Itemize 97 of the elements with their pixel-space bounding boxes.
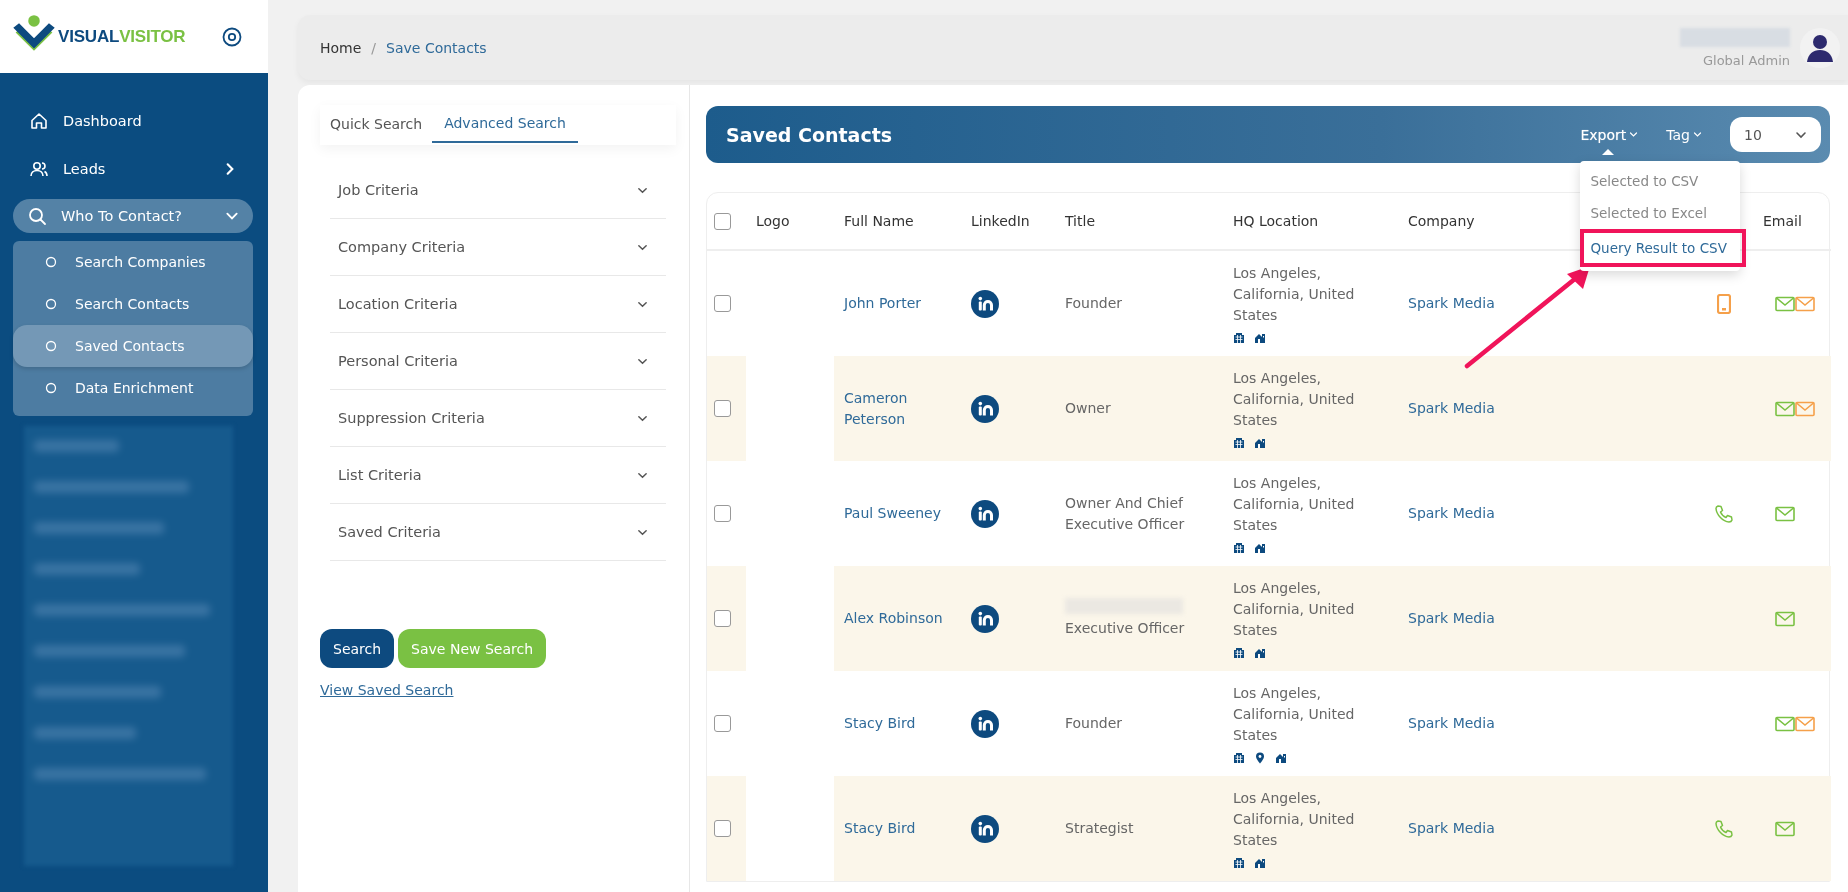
building-icon[interactable] xyxy=(1233,542,1245,554)
linkedin-icon[interactable] xyxy=(971,499,999,528)
bullet-icon xyxy=(45,340,57,352)
company-link[interactable]: Spark Media xyxy=(1408,818,1495,839)
linkedin-icon[interactable] xyxy=(971,289,999,318)
company-link[interactable]: Spark Media xyxy=(1408,293,1495,314)
breadcrumb-link[interactable]: Home xyxy=(320,39,362,56)
column-header: Email xyxy=(1753,193,1831,251)
location-pin-icon[interactable] xyxy=(1254,752,1266,764)
house-icon[interactable] xyxy=(1254,437,1266,449)
checkbox[interactable] xyxy=(714,400,731,417)
checkbox[interactable] xyxy=(714,505,731,522)
nav-item[interactable]: Who To Contact? xyxy=(13,199,253,233)
search-tab[interactable]: Advanced Search xyxy=(432,105,578,143)
hq-location: Los Angeles, California, United States xyxy=(1233,579,1356,640)
building-icon[interactable] xyxy=(1233,752,1245,764)
criteria-row[interactable]: List Criteria xyxy=(330,447,666,504)
contact-name-link[interactable]: Stacy Bird xyxy=(844,713,916,734)
house-icon[interactable] xyxy=(1254,332,1266,344)
nav-item[interactable]: Leads xyxy=(13,145,253,193)
checkbox[interactable] xyxy=(714,820,731,837)
view-saved-search-link[interactable]: View Saved Search xyxy=(320,682,454,698)
people-icon xyxy=(29,159,49,179)
checkbox[interactable] xyxy=(714,715,731,732)
criteria-row[interactable]: Saved Criteria xyxy=(330,504,666,561)
nav-item[interactable]: Dashboard xyxy=(13,97,253,145)
house-icon[interactable] xyxy=(1254,647,1266,659)
logo-text: VISITOR xyxy=(119,26,186,47)
column-header: LinkedIn xyxy=(961,193,1055,251)
hq-location: Los Angeles, California, United States xyxy=(1233,474,1356,535)
criteria-row[interactable]: Job Criteria xyxy=(330,162,666,219)
search-icon xyxy=(27,206,47,226)
checkbox[interactable] xyxy=(714,212,731,230)
building-icon[interactable] xyxy=(1233,647,1245,659)
linkedin-icon[interactable] xyxy=(971,394,999,423)
job-title: Owner And Chief Executive Officer xyxy=(1065,493,1186,534)
caret-icon xyxy=(1629,130,1639,139)
house-icon[interactable] xyxy=(1275,752,1287,764)
hq-location: Los Angeles, California, United States xyxy=(1233,264,1356,325)
criteria-row[interactable]: Suppression Criteria xyxy=(330,390,666,447)
search-button[interactable]: Search xyxy=(320,629,395,668)
home-icon xyxy=(29,111,49,131)
job-title: Founder xyxy=(1065,714,1123,733)
criteria-row[interactable]: Company Criteria xyxy=(330,219,666,276)
checkbox[interactable] xyxy=(714,295,731,312)
bullet-icon xyxy=(45,298,57,310)
house-icon[interactable] xyxy=(1254,857,1266,869)
submenu-item[interactable]: Search Contacts xyxy=(13,283,253,325)
job-title: Executive Officer xyxy=(1065,619,1185,638)
company-link[interactable]: Spark Media xyxy=(1408,713,1495,734)
column-header: Full Name xyxy=(834,193,961,251)
building-icon[interactable] xyxy=(1233,437,1245,449)
contact-name-link[interactable]: Alex Robinson xyxy=(844,608,943,629)
company-link[interactable]: Spark Media xyxy=(1408,398,1495,419)
submenu-item[interactable]: Saved Contacts xyxy=(13,325,253,367)
linkedin-icon[interactable] xyxy=(971,709,999,738)
hq-location: Los Angeles, California, United States xyxy=(1233,369,1356,430)
hq-location: Los Angeles, California, United States xyxy=(1233,789,1356,850)
company-link[interactable]: Spark Media xyxy=(1408,503,1495,524)
search-tab[interactable]: Quick Search xyxy=(328,105,433,145)
criteria-row[interactable]: Personal Criteria xyxy=(330,333,666,390)
job-title: Strategist xyxy=(1065,819,1134,838)
building-icon[interactable] xyxy=(1233,332,1245,344)
hq-location: Los Angeles, California, United States xyxy=(1233,684,1356,745)
job-title: Owner xyxy=(1065,399,1111,418)
building-icon[interactable] xyxy=(1233,857,1245,869)
menu-item[interactable]: Selected to CSV xyxy=(1580,164,1741,197)
bullet-icon xyxy=(45,382,57,394)
menu-item[interactable]: Query Result to CSV xyxy=(1580,228,1747,267)
contact-name-link[interactable]: Paul Sweeney xyxy=(844,503,941,524)
sidebar-toggle-icon[interactable] xyxy=(222,26,242,47)
submenu-item[interactable]: Data Enrichment xyxy=(13,367,253,409)
caret-icon xyxy=(1693,130,1702,139)
linkedin-icon[interactable] xyxy=(971,814,999,843)
job-title: Founder xyxy=(1065,294,1123,313)
logo-text: VISUAL xyxy=(58,26,120,47)
company-link[interactable]: Spark Media xyxy=(1408,608,1495,629)
contact-name-link[interactable]: Cameron Peterson xyxy=(844,387,944,430)
submenu-item[interactable]: Search Companies xyxy=(13,241,253,283)
contact-name-link[interactable]: Stacy Bird xyxy=(844,818,916,839)
page-size-select[interactable]: 10 xyxy=(1730,117,1821,152)
house-icon[interactable] xyxy=(1254,542,1266,554)
linkedin-icon[interactable] xyxy=(971,604,999,633)
bullet-icon xyxy=(45,256,57,268)
tag-dropdown[interactable]: Tag xyxy=(1666,126,1702,143)
breadcrumb-link[interactable]: Save Contacts xyxy=(386,39,487,56)
criteria-row[interactable]: Location Criteria xyxy=(330,276,666,333)
menu-item[interactable]: Selected to Excel xyxy=(1580,196,1741,229)
user-role: Global Admin xyxy=(1702,52,1790,68)
column-header: HQ Location xyxy=(1223,193,1398,251)
results-title: Saved Contacts xyxy=(726,123,893,146)
avatar-icon[interactable] xyxy=(1800,27,1840,68)
column-header: Logo xyxy=(746,193,834,251)
contact-name-link[interactable]: John Porter xyxy=(844,293,921,314)
column-header: Title xyxy=(1055,193,1223,251)
checkbox[interactable] xyxy=(714,610,731,627)
breadcrumb-separator: / xyxy=(371,39,377,56)
